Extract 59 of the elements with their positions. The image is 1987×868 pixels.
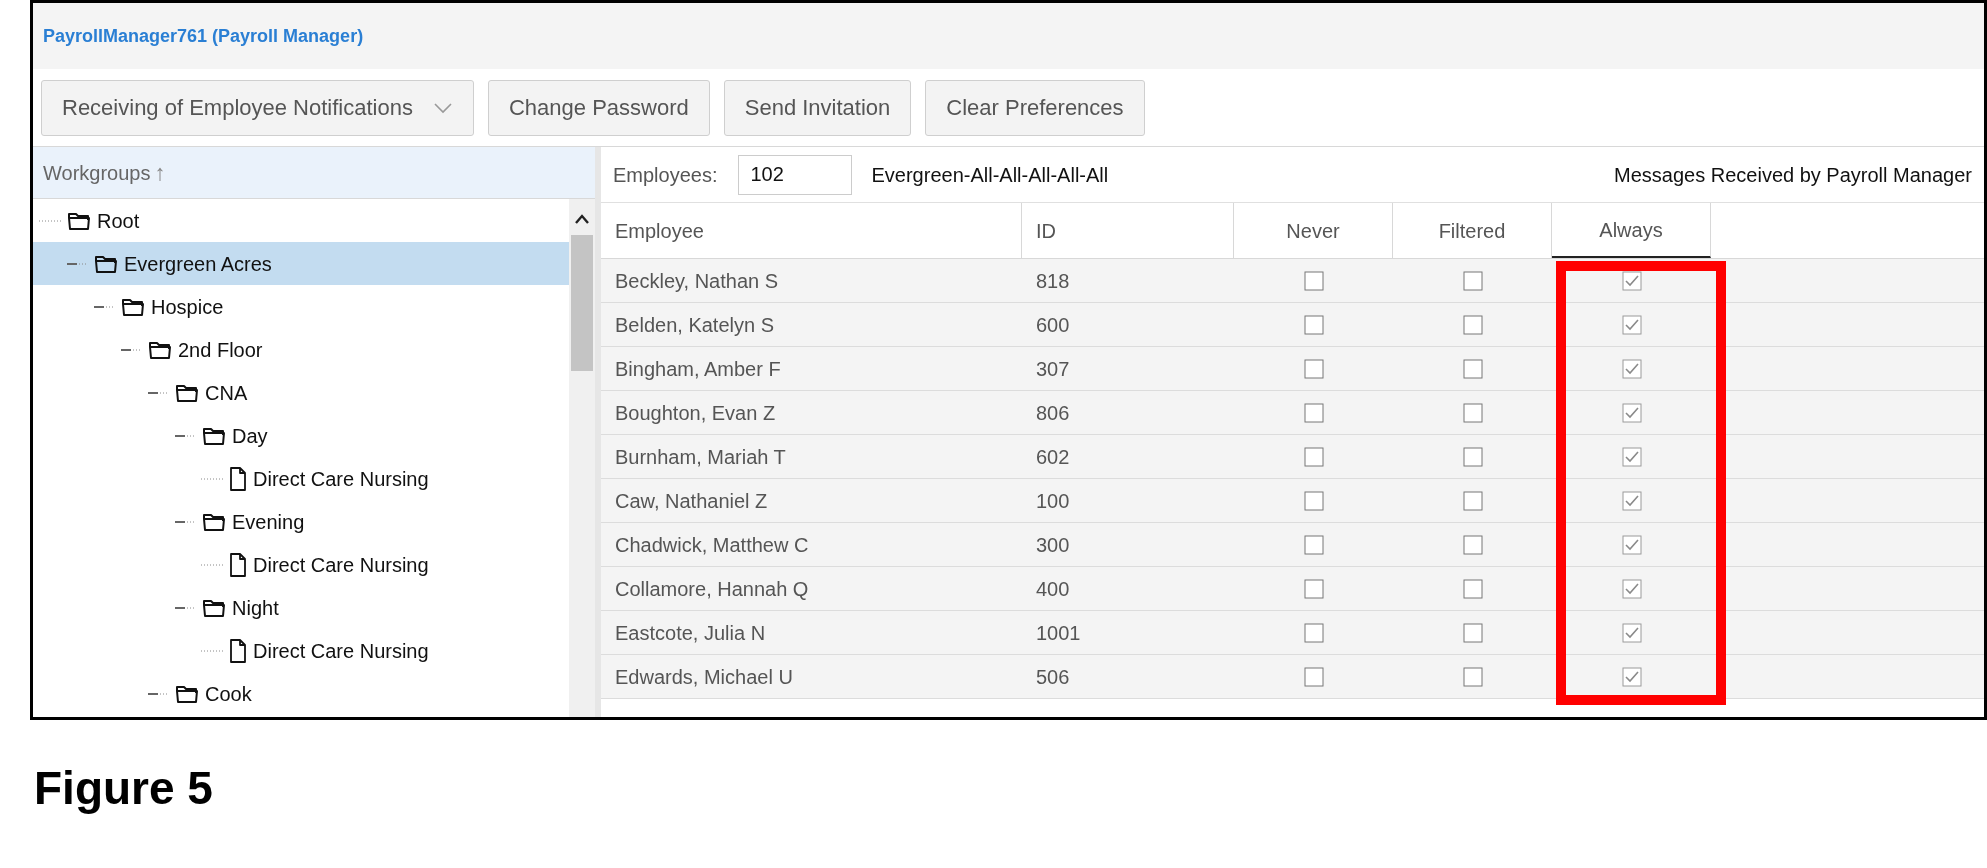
- tree-item[interactable]: Cook: [33, 672, 569, 715]
- employee-name-cell-text: Boughton, Evan Z: [614, 400, 777, 426]
- id-cell-text: 100: [1035, 488, 1071, 514]
- employee-name-cell-text: Beckley, Nathan S: [614, 268, 780, 294]
- column-header[interactable]: ID: [1022, 203, 1234, 258]
- employee-name-cell-text: Chadwick, Matthew C: [614, 532, 810, 558]
- toolbar-button[interactable]: Change Password: [487, 79, 710, 136]
- tree-item-label: Hospice: [151, 294, 224, 320]
- employee-count-field[interactable]: 102: [737, 154, 852, 195]
- id-cell-text: 602: [1035, 444, 1071, 470]
- tree-item[interactable]: Direct Care Nursing: [33, 457, 569, 500]
- group-text: Evergreen-All-All-All-All-All: [871, 162, 1109, 188]
- employee-name-cell-text: Belden, Katelyn S: [614, 312, 775, 338]
- id-cell-text: 806: [1035, 400, 1071, 426]
- tree-item-label: Direct Care Nursing: [253, 552, 429, 578]
- tree-item[interactable]: Evergreen Acres: [33, 242, 569, 285]
- window-title: PayrollManager761 (Payroll Manager): [43, 24, 364, 48]
- employee-name-cell-text: Edwards, Michael U: [614, 664, 794, 690]
- column-header[interactable]: Filtered: [1393, 203, 1552, 258]
- tree-item-label: Night: [232, 595, 279, 621]
- toolbar-button[interactable]: Send Invitation: [723, 79, 912, 136]
- tree-item-label: Root: [97, 208, 140, 234]
- id-cell-text: 1001: [1035, 620, 1082, 646]
- tree-item[interactable]: 2nd Floor: [33, 328, 569, 371]
- tree-item-label: Direct Care Nursing: [253, 638, 429, 664]
- tree-item[interactable]: Root: [33, 199, 569, 242]
- id-cell-text: 506: [1035, 664, 1071, 690]
- tree-item-label: 2nd Floor: [178, 337, 263, 363]
- employee-name-cell-text: Collamore, Hannah Q: [614, 576, 810, 602]
- id-cell-text: 400: [1035, 576, 1071, 602]
- tree-item[interactable]: Hospice: [33, 285, 569, 328]
- employee-name-cell-text: Caw, Nathaniel Z: [614, 488, 769, 514]
- tree-item-label: CNA: [205, 380, 248, 406]
- tree-item[interactable]: Night: [33, 586, 569, 629]
- column-header[interactable]: Employee: [601, 203, 1022, 258]
- id-cell-text: 307: [1035, 356, 1071, 382]
- dropdown-button[interactable]: Receiving of Employee Notifications: [41, 79, 474, 136]
- id-cell-text: 818: [1035, 268, 1071, 294]
- employee-name-cell-text: Bingham, Amber F: [614, 356, 782, 382]
- employee-name-cell-text: Eastcote, Julia N: [614, 620, 767, 646]
- column-header[interactable]: Never: [1234, 203, 1393, 258]
- id-cell-text: 600: [1035, 312, 1071, 338]
- employee-name-cell-text: Burnham, Mariah T: [614, 444, 787, 470]
- tree-item[interactable]: CNA: [33, 371, 569, 414]
- tree-item-label: Day: [232, 423, 268, 449]
- tree-item-label: Direct Care Nursing: [253, 466, 429, 492]
- tree-item[interactable]: Direct Care Nursing: [33, 543, 569, 586]
- id-cell-text: 300: [1035, 532, 1071, 558]
- tree-item-label: Evergreen Acres: [124, 251, 272, 277]
- workgroups-header[interactable]: Workgroups: [43, 157, 151, 188]
- tree-item-label: Evening: [232, 509, 305, 535]
- tree-item[interactable]: Direct Care Nursing: [33, 629, 569, 672]
- tree-item[interactable]: Day: [33, 414, 569, 457]
- figure-caption: Figure 5: [34, 762, 213, 814]
- messages-caption: Messages Received by Payroll Manager: [1614, 162, 1972, 188]
- tree-item[interactable]: Evening: [33, 500, 569, 543]
- employees-label: Employees:: [613, 162, 718, 188]
- toolbar-button[interactable]: Clear Preferences: [925, 79, 1145, 136]
- tree-item-label: Cook: [205, 681, 252, 707]
